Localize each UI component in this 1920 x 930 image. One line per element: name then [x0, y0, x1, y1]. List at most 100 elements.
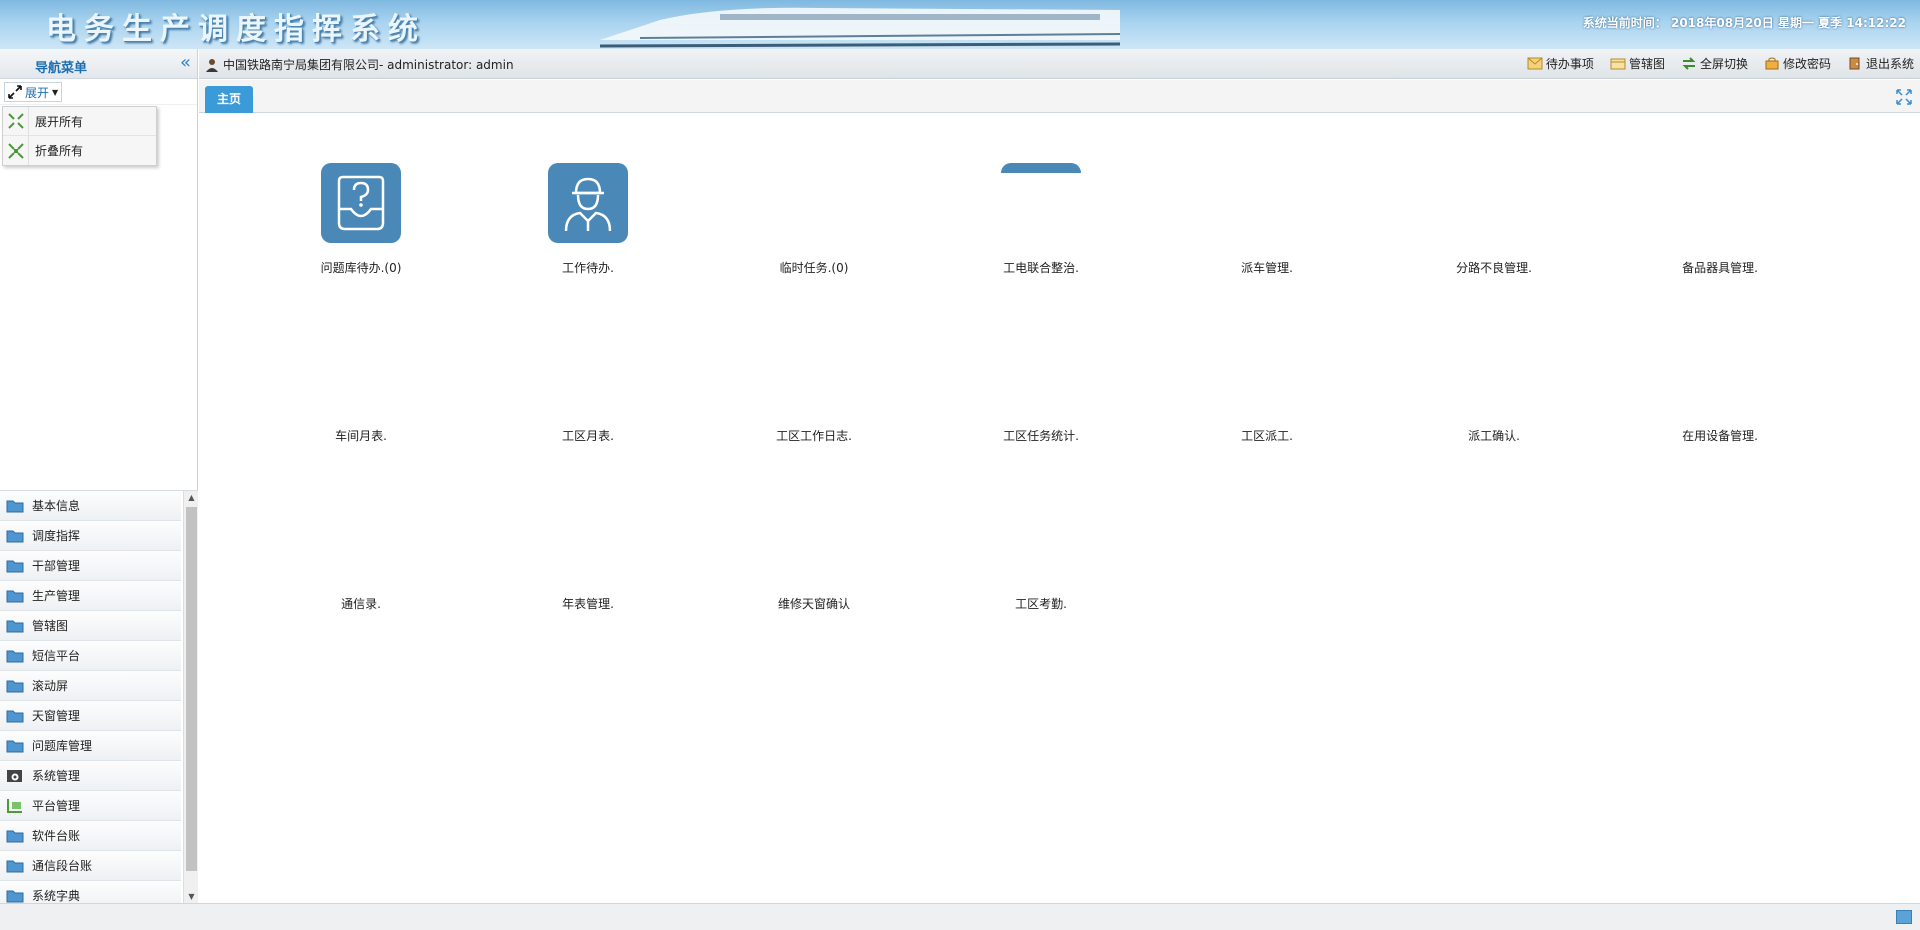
tile-label: 工电联合整治.	[1003, 261, 1079, 275]
worker-icon	[548, 163, 628, 243]
nav-title: 导航菜单	[35, 61, 88, 76]
fullscreen-toggle-button[interactable]: 全屏切换	[1681, 55, 1748, 72]
sidebar-item-label: 问题库管理	[32, 739, 93, 753]
user-info: 中国铁路南宁局集团有限公司- administrator: admin	[205, 56, 514, 73]
clock-label: 系统当前时间：	[1582, 16, 1667, 30]
sidebar-item[interactable]: 天窗管理	[0, 701, 181, 731]
sidebar-item[interactable]: 生产管理	[0, 581, 181, 611]
tile-label: 工区工作日志.	[776, 429, 852, 443]
menu-scrollbar[interactable]: ▲ ▼	[183, 491, 198, 903]
tile-annual-table[interactable]: 年表管理.	[508, 499, 668, 619]
exit-icon	[1849, 57, 1860, 70]
sidebar-item[interactable]: 短信平台	[0, 641, 181, 671]
sidebar-item[interactable]: 系统管理	[0, 761, 181, 791]
tile-label: 维修天窗确认	[777, 597, 850, 611]
sidebar-item-label: 软件台账	[32, 829, 81, 843]
folder-icon	[6, 530, 24, 543]
sidebar-item-label: 管辖图	[32, 619, 69, 633]
chevron-down-icon: ▼	[52, 87, 59, 97]
expand-dropdown-menu: 展开所有 折叠所有	[2, 106, 157, 166]
menu-item-expand-all[interactable]: 展开所有	[3, 106, 156, 136]
menu-item-collapse-all[interactable]: 折叠所有	[3, 136, 156, 165]
todo-label: 待办事项	[1545, 57, 1594, 71]
sidebar-item[interactable]: 系统字典	[0, 881, 181, 903]
tile-label: 工区任务统计.	[1003, 429, 1079, 443]
tile-work-todo[interactable]: 工作待办.	[508, 163, 668, 283]
tile-attendance[interactable]: 工区考勤.	[961, 499, 1121, 619]
tile-vehicle-dispatch[interactable]: 派车管理.	[1187, 163, 1347, 283]
sidebar-item-label: 调度指挥	[32, 529, 81, 543]
collapse-sidebar-icon[interactable]: «	[180, 52, 191, 73]
switch-icon	[1682, 57, 1696, 70]
tile-label: 在用设备管理.	[1682, 429, 1758, 443]
sidebar-item[interactable]: 软件台账	[0, 821, 181, 851]
tile-label: 工作待办.	[562, 261, 614, 275]
nav-menu: 基本信息 调度指挥 干部管理 生产管理 管辖图 短信平台 滚动屏 天窗管理 问题…	[0, 490, 198, 903]
sidebar-item[interactable]: 调度指挥	[0, 521, 181, 551]
tile-work-area-monthly[interactable]: 工区月表.	[508, 331, 668, 451]
sidebar-item[interactable]: 通信段台账	[0, 851, 181, 881]
folder-icon	[6, 620, 24, 633]
fullscreen-toggle-label: 全屏切换	[1699, 57, 1748, 71]
collapse-all-icon	[3, 136, 29, 165]
expand-label: 展开	[25, 85, 50, 100]
sidebar-item[interactable]: 滚动屏	[0, 671, 181, 701]
user-info-text: 中国铁路南宁局集团有限公司- administrator: admin	[223, 58, 514, 72]
sidebar-item[interactable]: 问题库管理	[0, 731, 181, 761]
tile-label: 问题库待办.(0)	[320, 261, 402, 275]
tile-task-stats[interactable]: 工区任务统计.	[961, 331, 1121, 451]
tile-label: 车间月表.	[335, 429, 387, 443]
system-clock: 系统当前时间： 2018年08月20日 星期一 夏季 14:12:22	[1583, 14, 1906, 31]
folder-icon	[6, 560, 24, 573]
tile-issue-todo[interactable]: 问题库待办.(0)	[281, 163, 441, 283]
tile-shunt-fault[interactable]: 分路不良管理.	[1414, 163, 1574, 283]
collapse-all-label: 折叠所有	[35, 144, 84, 158]
folder-icon	[6, 650, 24, 663]
tile-joint-remediation[interactable]: 工电联合整治.	[961, 163, 1121, 283]
tile-contacts[interactable]: 通信录.	[281, 499, 441, 619]
sidebar-item-label: 基本信息	[32, 499, 81, 513]
tile-spare-parts[interactable]: 备品器具管理.	[1640, 163, 1800, 283]
tile-label: 分路不良管理.	[1456, 261, 1532, 275]
tile-label: 年表管理.	[562, 597, 614, 611]
tile-label: 工区月表.	[562, 429, 614, 443]
sidebar-item[interactable]: 管辖图	[0, 611, 181, 641]
platform-icon	[7, 799, 22, 813]
top-actions: 待办事项 管辖图 全屏切换 修改密码 退出系统	[1527, 55, 1914, 72]
scroll-top-icon[interactable]	[1896, 910, 1912, 924]
tile-temp-task[interactable]: 临时任务.(0)	[734, 163, 894, 283]
sidebar-item[interactable]: 干部管理	[0, 551, 181, 581]
change-password-button[interactable]: 修改密码	[1764, 55, 1831, 72]
sidebar-item-label: 生产管理	[32, 589, 81, 603]
sidebar-item[interactable]: 平台管理	[0, 791, 181, 821]
tile-work-dispatch[interactable]: 工区派工.	[1187, 331, 1347, 451]
tile-workshop-monthly[interactable]: 车间月表.	[281, 331, 441, 451]
todo-button[interactable]: 待办事项	[1527, 55, 1594, 72]
tile-label: 派车管理.	[1241, 261, 1293, 275]
tile-skylight-confirm[interactable]: 维修天窗确认	[734, 499, 894, 619]
jurisdiction-map-label: 管辖图	[1628, 57, 1665, 71]
tile-dispatch-confirm[interactable]: 派工确认.	[1414, 331, 1574, 451]
expand-all-label: 展开所有	[35, 114, 84, 129]
tab-home[interactable]: 主页	[205, 86, 254, 113]
fullscreen-icon[interactable]	[1896, 89, 1912, 105]
scrollbar-thumb[interactable]	[186, 507, 197, 871]
expand-dropdown-button[interactable]: 展开 ▼	[4, 82, 63, 102]
expand-arrows-icon	[8, 85, 22, 99]
folder-icon	[6, 890, 24, 903]
partial-icon	[1001, 163, 1081, 173]
tile-label: 临时任务.(0)	[779, 261, 849, 275]
jurisdiction-map-button[interactable]: 管辖图	[1610, 55, 1665, 72]
logout-button[interactable]: 退出系统	[1847, 55, 1914, 72]
sidebar-item[interactable]: 基本信息	[0, 491, 181, 521]
tile-work-log[interactable]: 工区工作日志.	[734, 331, 894, 451]
app-title: 电务生产调度指挥系统	[46, 12, 426, 47]
sidebar-item-label: 平台管理	[32, 799, 81, 813]
gear-folder-icon	[7, 770, 22, 782]
scroll-down-icon[interactable]: ▼	[184, 890, 198, 903]
scroll-up-icon[interactable]: ▲	[184, 491, 198, 505]
map-icon	[1610, 58, 1626, 70]
question-box-icon	[321, 163, 401, 243]
tile-equipment-in-use[interactable]: 在用设备管理.	[1640, 331, 1800, 451]
sidebar-item-label: 系统管理	[32, 769, 81, 783]
